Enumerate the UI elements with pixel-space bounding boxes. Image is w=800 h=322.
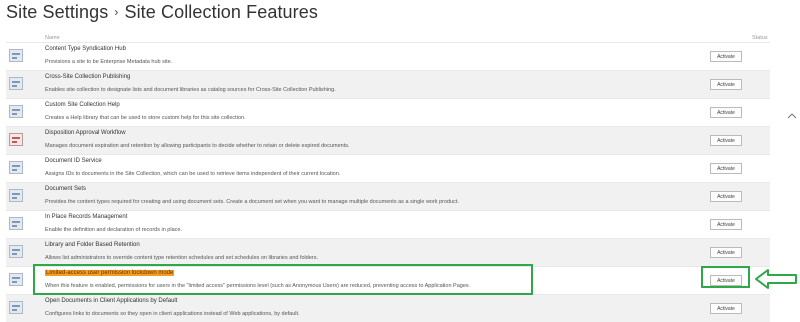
feature-description: Manages document expiration and retentio…	[45, 143, 350, 149]
feature-title: Document ID Service	[45, 158, 102, 164]
feature-title: Document Sets	[45, 186, 87, 192]
workflow-icon	[9, 133, 23, 146]
feature-icon	[9, 273, 23, 286]
highlight-box-button	[701, 266, 750, 288]
feature-icon	[9, 161, 23, 174]
feature-icon	[9, 77, 23, 90]
feature-title: In Place Records Management	[45, 214, 128, 220]
feature-icon	[9, 217, 23, 230]
feature-row: In Place Records Management Enable the d…	[6, 210, 770, 238]
feature-row: Custom Site Collection Help Creates a He…	[6, 98, 770, 126]
feature-icon	[9, 189, 23, 202]
activate-button[interactable]: Activate	[710, 107, 742, 118]
activate-button[interactable]: Activate	[710, 163, 742, 174]
feature-title: Library and Folder Based Retention	[45, 242, 140, 248]
activate-button[interactable]: Activate	[710, 303, 742, 314]
feature-row: Document ID Service Assigns IDs to docum…	[6, 154, 770, 182]
column-header-status: Status	[752, 35, 768, 41]
feature-description: Allows list administrators to override c…	[45, 255, 319, 261]
feature-description: Enables site collection to designate lis…	[45, 87, 336, 93]
activate-button[interactable]: Activate	[710, 51, 742, 62]
arrow-left-icon	[755, 269, 797, 289]
page-title: Site Settings › Site Collection Features	[6, 2, 318, 28]
feature-row: Content Type Syndication Hub Provisions …	[6, 42, 770, 70]
feature-description: Creates a Help library that can be used …	[45, 115, 246, 121]
breadcrumb-site-settings[interactable]: Site Settings	[6, 2, 108, 22]
feature-row: Disposition Approval Workflow Manages do…	[6, 126, 770, 154]
breadcrumb-separator: ›	[114, 5, 119, 19]
feature-title: Custom Site Collection Help	[45, 102, 120, 108]
activate-button[interactable]: Activate	[710, 135, 742, 146]
feature-icon	[9, 49, 23, 62]
feature-row: Open Documents in Client Applications by…	[6, 294, 770, 322]
feature-title: Disposition Approval Workflow	[45, 130, 126, 136]
activate-button[interactable]: Activate	[710, 247, 742, 258]
activate-button[interactable]: Activate	[710, 79, 742, 90]
feature-row: Cross-Site Collection Publishing Enables…	[6, 70, 770, 98]
highlight-box-feature	[33, 264, 533, 295]
feature-icon	[9, 245, 23, 258]
feature-icon	[9, 301, 23, 314]
feature-title: Open Documents in Client Applications by…	[45, 298, 178, 304]
feature-icon	[9, 105, 23, 118]
activate-button[interactable]: Activate	[710, 219, 742, 230]
feature-description: Provides the content types required for …	[45, 199, 459, 205]
column-header-name: Name	[45, 35, 60, 41]
activate-button[interactable]: Activate	[710, 191, 742, 202]
feature-description: Enable the definition and declaration of…	[45, 227, 182, 233]
feature-row: Document Sets Provides the content types…	[6, 182, 770, 210]
feature-description: Configures links to documents so they op…	[45, 311, 300, 317]
feature-title: Cross-Site Collection Publishing	[45, 74, 131, 80]
feature-description: Provisions a site to be Enterprise Metad…	[45, 59, 173, 65]
feature-title: Content Type Syndication Hub	[45, 46, 126, 52]
feature-row: Library and Folder Based Retention Allow…	[6, 238, 770, 266]
page-title-text: Site Collection Features	[124, 2, 318, 22]
scroll-up-icon[interactable]	[787, 112, 797, 120]
feature-description: Assigns IDs to documents in the Site Col…	[45, 171, 341, 177]
